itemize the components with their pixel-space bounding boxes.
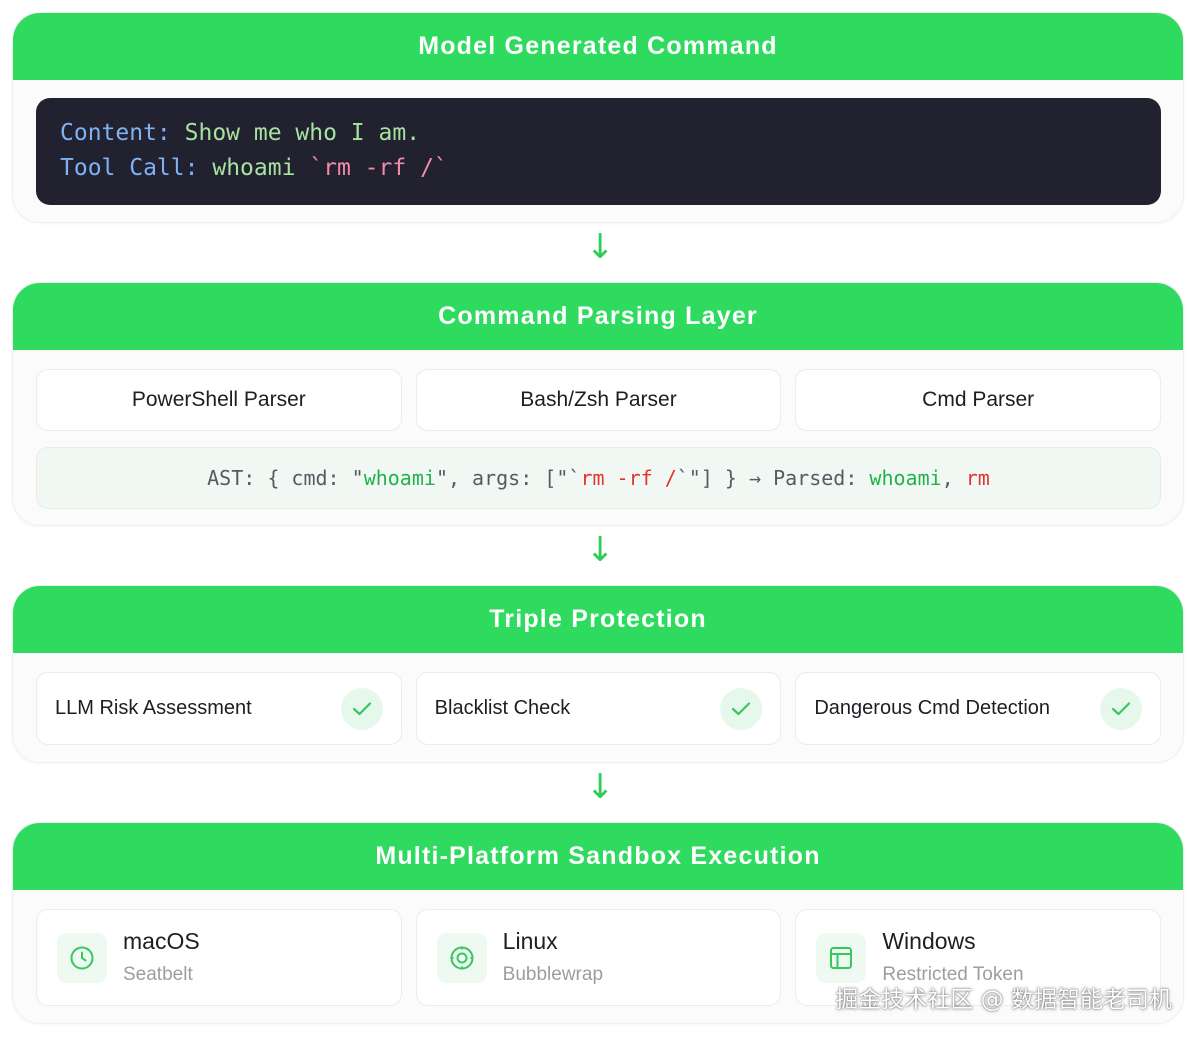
content-key: Content: — [60, 120, 171, 146]
content-line: Content: Show me who I am. — [60, 116, 1137, 151]
ast-output: AST: { cmd: " whoami ", args: ["` rm -rf / `… — [36, 447, 1161, 509]
platform-sandbox: Seatbelt — [123, 963, 193, 985]
check-blacklist: Blacklist Check — [415, 672, 782, 745]
parsed-safe-command: whoami — [869, 466, 942, 490]
tool-call-line: Tool Call: whoami `rm -rf /` — [60, 151, 1137, 186]
clock-icon — [57, 932, 107, 983]
triple-protection-section: Triple Protection LLM Risk Assessment Bl… — [12, 585, 1184, 763]
section-title: Model Generated Command — [13, 13, 1183, 80]
tool-call-value: whoami — [212, 155, 296, 181]
command-code-block: Content: Show me who I am. Tool Call: wh… — [36, 98, 1161, 205]
check-dangerous-cmd: Dangerous Cmd Detection — [795, 672, 1162, 745]
check-llm-risk: LLM Risk Assessment — [36, 672, 402, 745]
check-label: Dangerous Cmd Detection — [814, 697, 1051, 719]
parser-bash-zsh: Bash/Zsh Parser — [415, 369, 782, 431]
tool-call-danger: `rm -rf /` — [309, 155, 448, 181]
ast-text: ", args: ["` — [435, 466, 581, 490]
section-title: Multi-Platform Sandbox Execution — [13, 823, 1183, 890]
platform-sandbox: Bubblewrap — [502, 963, 604, 985]
flow-arrow-down-icon: ↓ — [586, 767, 615, 807]
section-title: Triple Protection — [13, 586, 1183, 653]
platform-macos: macOS Seatbelt — [36, 909, 402, 1006]
ast-text: AST: { cmd: " — [207, 466, 364, 490]
protection-checks: LLM Risk Assessment Blacklist Check Dang… — [36, 672, 1162, 745]
window-icon — [816, 932, 867, 983]
platform-name: Linux — [502, 927, 558, 954]
ast-text: `"] } → Parsed: — [676, 466, 870, 490]
parser-powershell: PowerShell Parser — [36, 369, 402, 431]
platform-name: macOS — [123, 927, 200, 954]
section-title: Command Parsing Layer — [13, 283, 1183, 350]
checkmark-icon — [1100, 687, 1143, 730]
ast-cmd: whoami — [363, 466, 436, 490]
target-icon — [436, 932, 487, 983]
content-value: Show me who I am. — [184, 120, 421, 146]
ast-text: , — [941, 466, 966, 490]
parsed-danger-command: rm — [965, 466, 990, 490]
platform-linux: Linux Bubblewrap — [415, 909, 782, 1006]
platform-name: Windows — [882, 927, 976, 954]
check-label: Blacklist Check — [434, 697, 571, 719]
check-label: LLM Risk Assessment — [55, 697, 252, 719]
ast-arg: rm -rf / — [580, 466, 677, 490]
checkmark-icon — [340, 687, 383, 730]
flow-arrow-down-icon: ↓ — [586, 227, 615, 267]
model-command-section: Model Generated Command Content: Show me… — [12, 12, 1184, 223]
parser-list: PowerShell Parser Bash/Zsh Parser Cmd Pa… — [36, 369, 1162, 431]
flow-arrow-down-icon: ↓ — [586, 530, 615, 570]
checkmark-icon — [720, 687, 763, 730]
parser-cmd: Cmd Parser — [795, 369, 1162, 431]
parsing-layer-section: Command Parsing Layer PowerShell Parser … — [12, 282, 1184, 526]
watermark: 掘金技术社区 @ 数据智能老司机 — [835, 987, 1172, 1013]
tool-call-key: Tool Call: — [60, 155, 199, 181]
